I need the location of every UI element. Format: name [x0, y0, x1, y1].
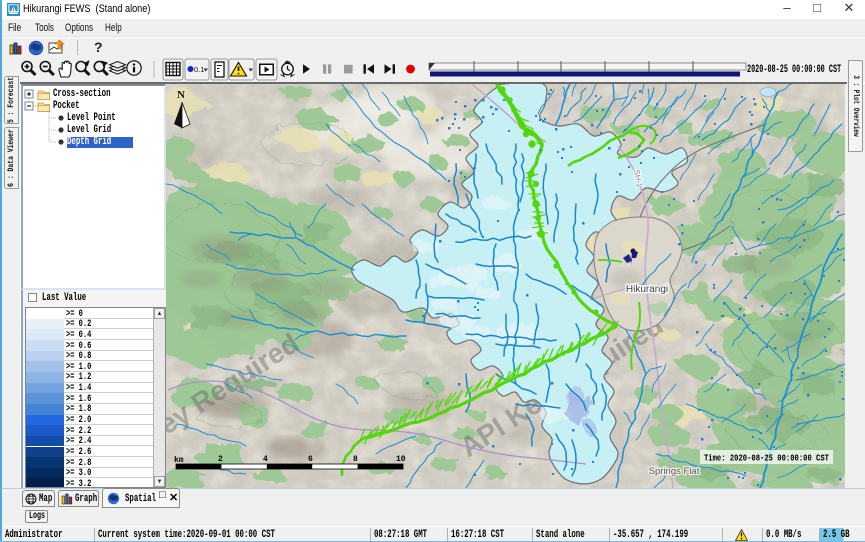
svg-text:0.1: 0.1	[194, 65, 204, 74]
svg-text:Springs Flat: Springs Flat	[649, 466, 700, 477]
svg-text:km: km	[174, 456, 184, 465]
svg-text:6: 6	[308, 455, 313, 464]
svg-text:4: 4	[263, 455, 268, 464]
svg-text:10: 10	[396, 455, 406, 464]
svg-text:2: 2	[218, 455, 223, 464]
svg-text:N: N	[177, 89, 185, 101]
svg-text:8: 8	[353, 455, 358, 464]
svg-text:Hikurangi: Hikurangi	[626, 284, 668, 295]
svg-text:Time: 2020-08-25 00:00:00 CST: Time: 2020-08-25 00:00:00 CST	[704, 454, 829, 464]
